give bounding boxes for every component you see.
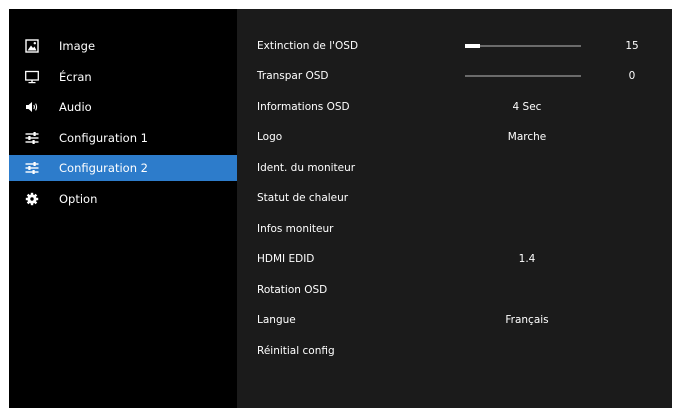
setting-label: Transpar OSD bbox=[257, 70, 329, 82]
sidebar-item-label: Audio bbox=[59, 100, 92, 114]
setting-label: Statut de chaleur bbox=[257, 192, 349, 204]
setting-row-infos-moniteur[interactable]: Infos moniteur bbox=[237, 214, 672, 244]
settings-panel: Extinction de l'OSD 15 Transpar OSD 0 In… bbox=[237, 9, 672, 408]
setting-row-informations-osd[interactable]: Informations OSD 4 Sec bbox=[237, 92, 672, 122]
setting-row-langue[interactable]: Langue Français bbox=[237, 305, 672, 335]
slider-fill bbox=[465, 44, 480, 48]
setting-row-statut-chaleur[interactable]: Statut de chaleur bbox=[237, 183, 672, 213]
setting-label: Informations OSD bbox=[257, 101, 350, 113]
sidebar-item-label: Écran bbox=[59, 70, 92, 84]
setting-row-ident-moniteur[interactable]: Ident. du moniteur bbox=[237, 153, 672, 183]
sidebar-item-configuration-1[interactable]: Configuration 1 bbox=[9, 125, 237, 151]
speaker-icon bbox=[26, 102, 38, 112]
slider-value: 15 bbox=[625, 40, 639, 52]
setting-value: 1.4 bbox=[518, 253, 536, 265]
setting-label: Ident. du moniteur bbox=[257, 162, 356, 174]
slider-value: 0 bbox=[628, 70, 636, 82]
setting-value: Français bbox=[505, 314, 549, 326]
sidebar-item-image[interactable]: Image bbox=[9, 33, 237, 59]
sidebar-item-audio[interactable]: Audio bbox=[9, 94, 237, 120]
setting-value: 4 Sec bbox=[512, 101, 542, 113]
osd-timeout-slider[interactable] bbox=[465, 44, 581, 48]
setting-row-rotation-osd[interactable]: Rotation OSD bbox=[237, 275, 672, 305]
setting-row-hdmi-edid[interactable]: HDMI EDID 1.4 bbox=[237, 244, 672, 274]
setting-value: Marche bbox=[507, 131, 547, 143]
setting-row-extinction-osd[interactable]: Extinction de l'OSD 15 bbox=[237, 31, 672, 61]
setting-label: Infos moniteur bbox=[257, 223, 334, 235]
setting-label: Réinitial config bbox=[257, 345, 335, 357]
sidebar-item-label: Option bbox=[59, 192, 98, 206]
gear-icon bbox=[25, 192, 39, 206]
osd-menu: Image Écran Audio Configuration 1 Config… bbox=[9, 9, 672, 408]
sidebar-item-configuration-2[interactable]: Configuration 2 bbox=[9, 155, 237, 181]
sidebar-item-label: Configuration 2 bbox=[59, 161, 148, 175]
setting-row-reinitial-config[interactable]: Réinitial config bbox=[237, 336, 672, 366]
sliders-icon bbox=[25, 132, 39, 144]
setting-row-logo[interactable]: Logo Marche bbox=[237, 122, 672, 152]
monitor-icon bbox=[25, 70, 39, 84]
setting-label: Langue bbox=[257, 314, 296, 326]
sidebar-item-label: Configuration 1 bbox=[59, 131, 148, 145]
setting-label: Rotation OSD bbox=[257, 284, 328, 296]
setting-row-transpar-osd[interactable]: Transpar OSD 0 bbox=[237, 61, 672, 91]
image-icon bbox=[25, 39, 39, 53]
sliders-icon bbox=[25, 162, 39, 174]
sidebar: Image Écran Audio Configuration 1 Config… bbox=[9, 9, 237, 408]
sidebar-item-option[interactable]: Option bbox=[9, 186, 237, 212]
sidebar-item-ecran[interactable]: Écran bbox=[9, 64, 237, 90]
setting-label: Extinction de l'OSD bbox=[257, 40, 359, 52]
setting-label: Logo bbox=[257, 131, 283, 143]
setting-label: HDMI EDID bbox=[257, 253, 315, 265]
sidebar-item-label: Image bbox=[59, 39, 96, 53]
osd-transparency-slider[interactable] bbox=[465, 75, 581, 77]
